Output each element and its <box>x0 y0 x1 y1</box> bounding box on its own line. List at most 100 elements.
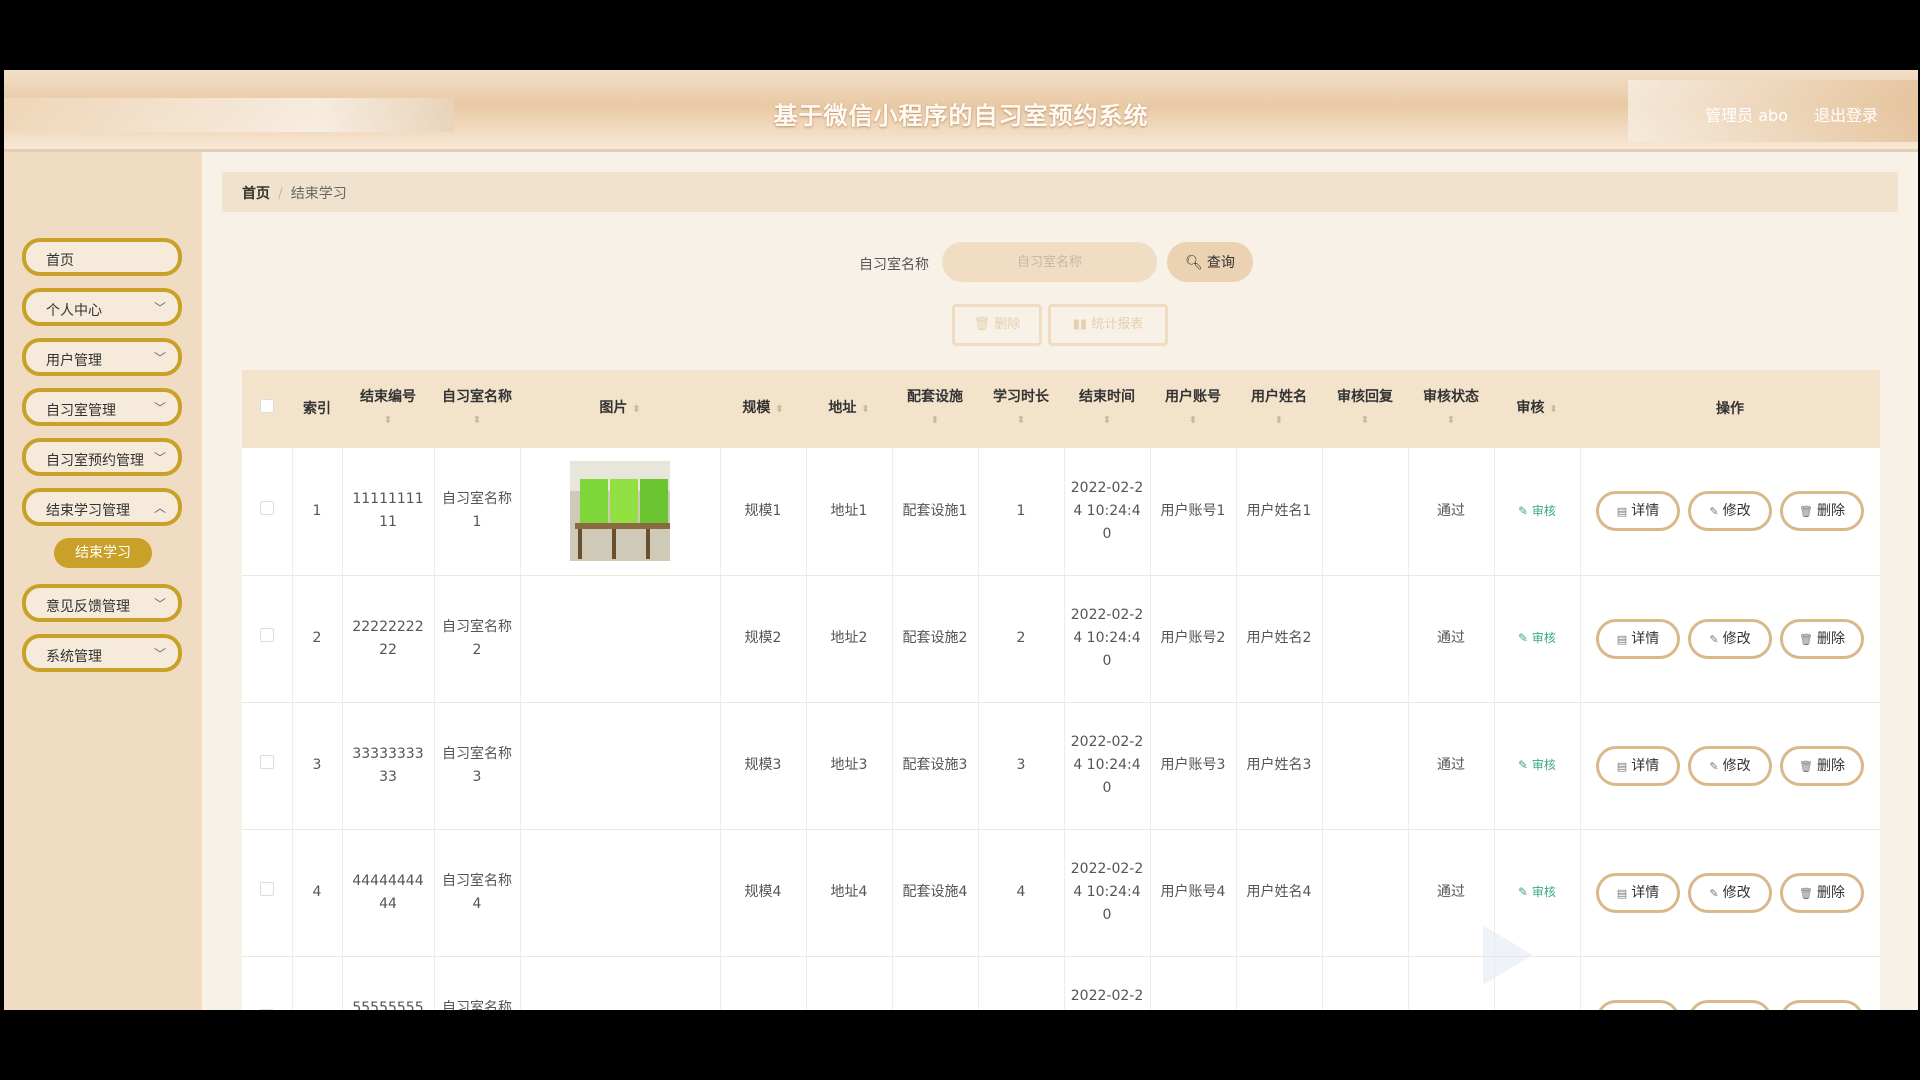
report-button[interactable]: ▮▮ 统计报表 <box>1048 304 1168 346</box>
sort-icon[interactable]: ⬍ <box>1017 415 1025 426</box>
column-header[interactable]: 审核状态 ⬍ <box>1408 370 1495 448</box>
audit-link[interactable]: ✎ 审核 <box>1518 885 1556 899</box>
cell-operations: ▤详情✎修改🗑删除 <box>1580 829 1880 957</box>
detail-label: 详情 <box>1631 630 1660 647</box>
cell-end-code: 5555555555 <box>342 956 435 1010</box>
row-checkbox[interactable] <box>259 500 274 515</box>
edit-button[interactable]: ✎修改 <box>1688 618 1772 659</box>
sidebar-item-reservations[interactable]: 自习室预约管理 ﹀ <box>22 438 182 476</box>
cell-end-code: 4444444444 <box>342 829 435 957</box>
cell-operations: ▤详情✎修改🗑删除 <box>1580 575 1880 703</box>
sidebar-item-end-study[interactable]: 结束学习管理 ︿ <box>22 488 182 526</box>
edit-button[interactable]: ✎修改 <box>1688 872 1772 913</box>
cell-user-name: 用户姓名1 <box>1236 448 1323 576</box>
sort-icon[interactable]: ⬍ <box>473 415 481 426</box>
batch-delete-label: 删除 <box>994 317 1021 332</box>
delete-button[interactable]: 🗑删除 <box>1780 491 1864 532</box>
detail-button[interactable]: ▤详情 <box>1596 872 1680 913</box>
detail-button[interactable]: ▤详情 <box>1596 491 1680 532</box>
table-body: 1 1111111111 自习室名称1 规模1 地址1 配套设施1 1 2022-02-24 … <box>242 448 1880 1010</box>
column-label: 结束编号 <box>360 389 416 405</box>
column-header[interactable]: 用户姓名 ⬍ <box>1236 370 1323 448</box>
delete-button[interactable]: 🗑删除 <box>1780 745 1864 786</box>
column-header[interactable]: 学习时长 ⬍ <box>978 370 1065 448</box>
cell-user-account: 用户账号3 <box>1150 702 1237 830</box>
detail-button[interactable]: ▤详情 <box>1596 618 1680 659</box>
sidebar-item-users[interactable]: 用户管理 ﹀ <box>22 338 182 376</box>
room-photo[interactable] <box>570 461 670 562</box>
column-header[interactable]: 结束编号 ⬍ <box>342 370 435 448</box>
column-label: 学习时长 <box>993 389 1049 405</box>
cell-audit-reply <box>1322 448 1409 576</box>
detail-button[interactable]: ▤详情 <box>1596 745 1680 786</box>
sort-icon[interactable]: ⬍ <box>861 404 869 415</box>
audit-link[interactable]: ✎ 审核 <box>1518 758 1556 772</box>
edit-button[interactable]: ✎修改 <box>1688 491 1772 532</box>
column-header[interactable]: 用户账号 ⬍ <box>1150 370 1237 448</box>
delete-button[interactable]: 🗑删除 <box>1780 872 1864 913</box>
sort-icon[interactable]: ⬍ <box>931 415 939 426</box>
detail-button[interactable]: ▤详情 <box>1596 999 1680 1010</box>
column-label: 用户账号 <box>1165 389 1221 405</box>
sidebar-subitem-end-study[interactable]: 结束学习 <box>54 538 152 568</box>
sidebar-item-personal[interactable]: 个人中心 ﹀ <box>22 288 182 326</box>
logout-link[interactable]: 退出登录 <box>1814 102 1878 126</box>
sort-icon[interactable]: ⬍ <box>1549 404 1557 415</box>
report-label: 统计报表 <box>1091 317 1144 332</box>
column-header[interactable]: 规模 ⬍ <box>720 370 807 448</box>
sort-icon[interactable]: ⬍ <box>1189 415 1197 426</box>
column-header[interactable]: 审核回复 ⬍ <box>1322 370 1409 448</box>
column-label: 审核状态 <box>1423 389 1479 405</box>
row-checkbox[interactable] <box>259 755 274 769</box>
sort-icon[interactable]: ⬍ <box>384 415 392 426</box>
search-button[interactable]: 🔍︎ 查询 <box>1167 242 1253 282</box>
edit-button[interactable]: ✎修改 <box>1688 999 1772 1010</box>
search-input[interactable] <box>942 242 1157 282</box>
delete-button[interactable]: 🗑删除 <box>1780 999 1864 1010</box>
cell-operations: ▤详情✎修改🗑删除 <box>1580 702 1880 830</box>
row-checkbox[interactable] <box>259 882 274 896</box>
column-header[interactable]: 结束时间 ⬍ <box>1064 370 1151 448</box>
cell-scale: 规模4 <box>720 829 807 957</box>
sort-icon[interactable]: ⬍ <box>1361 415 1369 426</box>
delete-button[interactable]: 🗑删除 <box>1780 618 1864 659</box>
audit-link-label: 审核 <box>1531 885 1556 899</box>
sidebar-item-rooms[interactable]: 自习室管理 ﹀ <box>22 388 182 426</box>
sidebar-item-label: 系统管理 <box>46 649 102 665</box>
column-header[interactable]: 审核 ⬍ <box>1494 370 1581 448</box>
column-label: 操作 <box>1716 401 1744 417</box>
table-row: 2 2222222222 自习室名称2 规模2 地址2 配套设施2 2 2022-02-24 … <box>242 575 1880 703</box>
sidebar-item-home[interactable]: 首页 <box>22 238 182 276</box>
column-header[interactable]: 配套设施 ⬍ <box>892 370 979 448</box>
row-checkbox[interactable] <box>259 1009 274 1010</box>
edit-button[interactable]: ✎修改 <box>1688 745 1772 786</box>
main-content: 首页 / 结束学习 自习室名称 🔍︎ 查询 🗑 删除 ▮▮ 统计报表 索引 结束编号… <box>202 152 1918 1010</box>
sort-icon[interactable]: ⬍ <box>1275 415 1283 426</box>
select-all-cell <box>242 370 293 448</box>
pencil-icon: ✎ <box>1518 758 1532 772</box>
cell-room-name: 自习室名称1 <box>434 448 521 576</box>
sort-icon[interactable]: ⬍ <box>632 404 640 415</box>
sort-icon[interactable]: ⬍ <box>1447 415 1455 426</box>
audit-link[interactable]: ✎ 审核 <box>1518 631 1556 645</box>
column-header[interactable]: 地址 ⬍ <box>806 370 893 448</box>
sort-icon[interactable]: ⬍ <box>1103 415 1111 426</box>
detail-label: 详情 <box>1631 884 1660 901</box>
pencil-icon: ✎ <box>1709 886 1719 900</box>
sidebar-item-feedback[interactable]: 意见反馈管理 ﹀ <box>22 584 182 622</box>
batch-delete-button[interactable]: 🗑 删除 <box>952 304 1042 346</box>
cell-image <box>520 448 721 576</box>
column-header[interactable]: 图片 ⬍ <box>520 370 721 448</box>
breadcrumb-home[interactable]: 首页 <box>242 186 270 202</box>
row-checkbox[interactable] <box>259 628 274 642</box>
cell-facility: 配套设施3 <box>892 702 979 830</box>
column-header[interactable]: 自习室名称 ⬍ <box>434 370 521 448</box>
sort-icon[interactable]: ⬍ <box>775 404 783 415</box>
audit-link[interactable]: ✎ 审核 <box>1518 504 1556 518</box>
detail-label: 详情 <box>1631 503 1660 520</box>
sidebar-item-system[interactable]: 系统管理 ﹀ <box>22 634 182 672</box>
cell-operations: ▤详情 ✎修改 🗑删除 <box>1580 956 1880 1010</box>
trash-icon: 🗑 <box>973 317 995 332</box>
select-all-checkbox[interactable] <box>259 399 274 413</box>
table-row: 55555555555自习室名称5规模5地址5配套设施552022-02-24 … <box>242 956 1880 1010</box>
